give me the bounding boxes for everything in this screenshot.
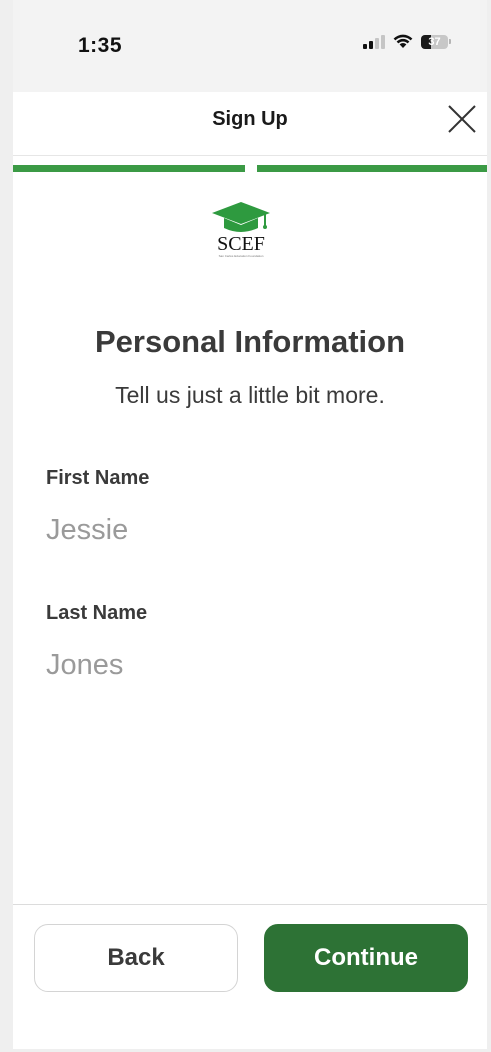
status-time: 1:35 (78, 34, 123, 57)
last-name-label: Last Name (46, 602, 148, 624)
cellular-signal-icon (363, 34, 385, 49)
nav-bar: Sign Up (13, 92, 487, 156)
graduation-cap-icon (212, 202, 270, 232)
first-name-label: First Name (46, 467, 150, 489)
status-bar: 1:35 37 (13, 0, 487, 92)
page-title: Personal Information (94, 324, 406, 359)
battery-nub (449, 39, 451, 44)
progress-step-2 (257, 165, 487, 172)
logo: SCEF San Carlos Education Foundation (208, 200, 274, 266)
progress-indicator (13, 165, 487, 172)
status-icons: 37 (363, 34, 451, 49)
nav-title: Sign Up (212, 108, 288, 130)
battery-icon: 37 (421, 34, 448, 49)
logo-text: SCEF (217, 233, 265, 255)
last-name-input[interactable] (46, 645, 446, 685)
wifi-icon (393, 34, 413, 48)
progress-step-1 (13, 165, 245, 172)
battery-percent: 37 (428, 35, 441, 48)
first-name-input[interactable] (46, 510, 446, 550)
close-button[interactable] (446, 103, 478, 135)
continue-button[interactable]: Continue (264, 924, 468, 992)
back-button[interactable]: Back (34, 924, 238, 992)
footer-divider (13, 904, 487, 905)
page-subtitle: Tell us just a little bit more. (115, 382, 385, 408)
close-icon (448, 105, 476, 133)
